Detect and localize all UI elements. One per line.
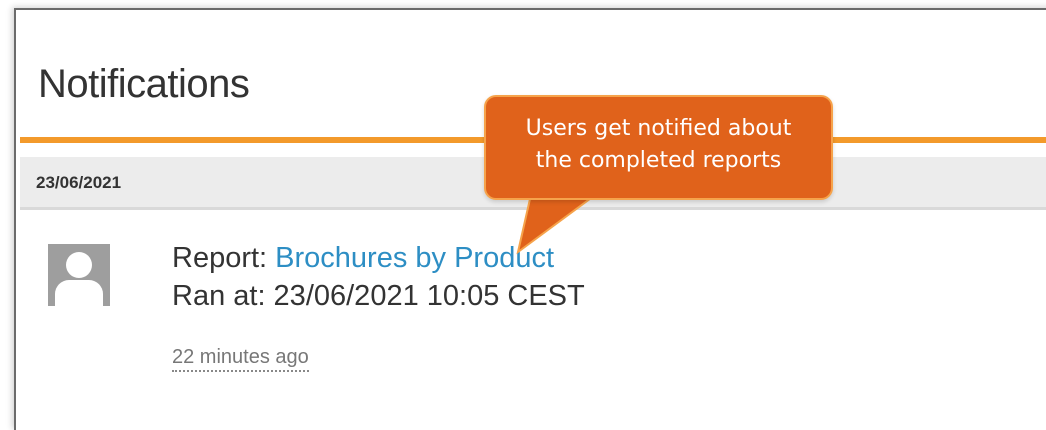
callout-pointer bbox=[516, 190, 606, 255]
user-avatar-icon bbox=[48, 244, 110, 306]
date-label: 23/06/2021 bbox=[36, 173, 122, 192]
callout-line-1: Users get notified about bbox=[525, 116, 792, 141]
report-line: Report: Brochures by Product bbox=[172, 242, 554, 275]
report-prefix: Report: bbox=[172, 242, 276, 274]
page-title: Notifications bbox=[38, 62, 250, 106]
screenshot-frame: Notifications 23/06/2021 Report: Brochur… bbox=[0, 0, 1046, 430]
callout-line-2: the completed reports bbox=[535, 148, 782, 173]
annotation-callout: Users get notified about the completed r… bbox=[484, 95, 833, 200]
relative-timestamp: 22 minutes ago bbox=[172, 346, 309, 372]
ran-at-text: Ran at: 23/06/2021 10:05 CEST bbox=[172, 280, 585, 312]
